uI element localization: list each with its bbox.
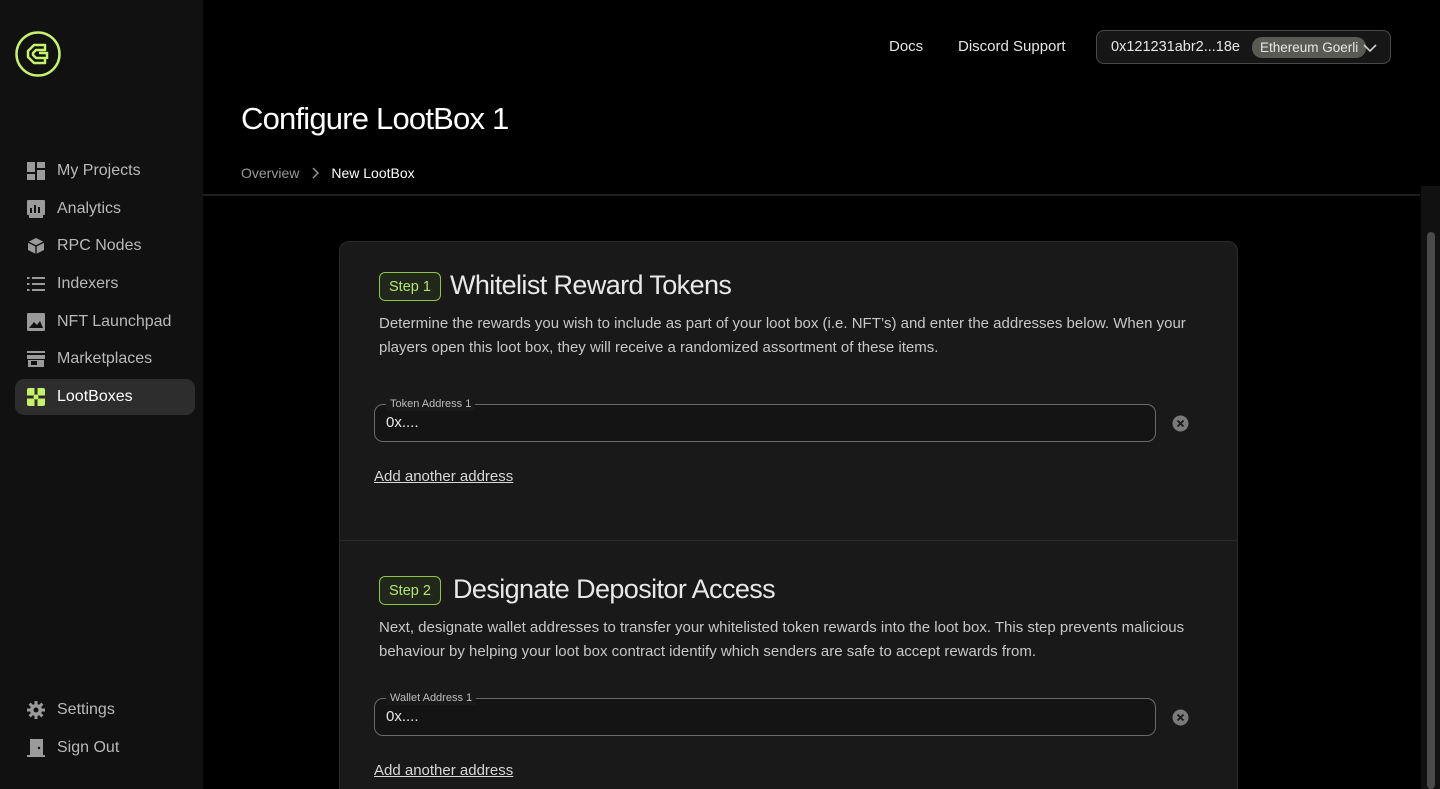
token-address-label: Token Address 1: [386, 397, 476, 411]
sidebar-item-lootboxes[interactable]: LootBoxes: [15, 379, 195, 416]
sidebar-item-rpc-nodes[interactable]: RPC Nodes: [15, 228, 195, 264]
sidebar-nav: My Projects Analytics RPC Nodes Indexers…: [15, 153, 195, 417]
sidebar-item-settings[interactable]: Settings: [15, 692, 195, 728]
docs-link[interactable]: Docs: [889, 38, 923, 55]
image-icon: [26, 312, 46, 332]
cube-icon: [26, 236, 46, 256]
sidebar-item-my-projects[interactable]: My Projects: [15, 153, 195, 189]
sidebar-item-nft-launchpad[interactable]: NFT Launchpad: [15, 304, 195, 340]
chevron-down-icon: [1362, 40, 1378, 56]
step-2-title: Designate Depositor Access: [453, 574, 776, 604]
list-icon: [26, 274, 46, 294]
step-1-description: Determine the rewards you wish to includ…: [379, 315, 1186, 356]
sidebar-item-label: RPC Nodes: [57, 237, 142, 255]
add-wallet-address-link[interactable]: Add another address: [374, 762, 513, 779]
token-address-field: Token Address 1: [374, 397, 1156, 442]
wallet-address-field: Wallet Address 1: [374, 691, 1156, 736]
sidebar-item-label: Analytics: [57, 199, 122, 217]
gear-icon: [26, 700, 46, 720]
lootbox-config-card: Step 1 Whitelist Reward Tokens Determine…: [339, 241, 1238, 789]
wallet-address-input[interactable]: [386, 708, 1136, 725]
lootbox-icon: [26, 387, 46, 407]
section-divider: [340, 540, 1237, 541]
sidebar: My Projects Analytics RPC Nodes Indexers…: [0, 0, 203, 789]
step-2-description: Next, designate wallet addresses to tran…: [379, 619, 1185, 660]
sidebar-item-label: My Projects: [57, 162, 141, 179]
breadcrumb-overview-link[interactable]: Overview: [241, 165, 299, 181]
sidebar-item-label: Settings: [57, 701, 115, 718]
page-title: Configure LootBox 1: [241, 101, 509, 136]
step-2-badge: Step 2: [379, 576, 441, 605]
network-badge: Ethereum Goerli: [1252, 36, 1367, 58]
scrollbar-thumb[interactable]: [1427, 232, 1435, 789]
discord-support-link[interactable]: Discord Support: [958, 38, 1066, 55]
add-token-address-link[interactable]: Add another address: [374, 468, 513, 485]
sidebar-item-label: LootBoxes: [57, 388, 133, 406]
chevron-right-icon: [309, 167, 321, 179]
sidebar-item-label: Marketplaces: [57, 350, 153, 368]
wallet-address-label: Wallet Address 1: [386, 691, 477, 705]
clear-token-address-icon[interactable]: [1172, 415, 1189, 432]
sidebar-item-label: Indexers: [57, 275, 119, 293]
breadcrumb: Overview New LootBox: [241, 165, 415, 181]
sidebar-item-sign-out[interactable]: Sign Out: [15, 730, 195, 766]
token-address-input[interactable]: [386, 414, 1136, 431]
analytics-icon: [26, 199, 46, 219]
clear-wallet-address-icon[interactable]: [1172, 709, 1189, 726]
brand-logo-icon[interactable]: [15, 31, 61, 77]
sidebar-item-indexers[interactable]: Indexers: [15, 266, 195, 302]
header-divider: [203, 194, 1420, 196]
step-1-title: Whitelist Reward Tokens: [450, 270, 732, 300]
sidebar-item-analytics[interactable]: Analytics: [15, 191, 195, 227]
store-icon: [26, 349, 46, 369]
sidebar-item-label: Sign Out: [57, 738, 120, 756]
sidebar-bottom-nav: Settings Sign Out: [15, 692, 195, 767]
sidebar-item-marketplaces[interactable]: Marketplaces: [15, 341, 195, 377]
breadcrumb-current: New LootBox: [331, 165, 415, 181]
step-1-badge: Step 1: [379, 272, 441, 301]
sidebar-item-label: NFT Launchpad: [57, 312, 172, 330]
dashboard-icon: [26, 161, 46, 181]
sign-out-icon: [26, 738, 46, 758]
wallet-selector[interactable]: 0x121231abr2...18e Ethereum Goerli: [1096, 30, 1391, 64]
wallet-address: 0x121231abr2...18e: [1111, 39, 1240, 55]
